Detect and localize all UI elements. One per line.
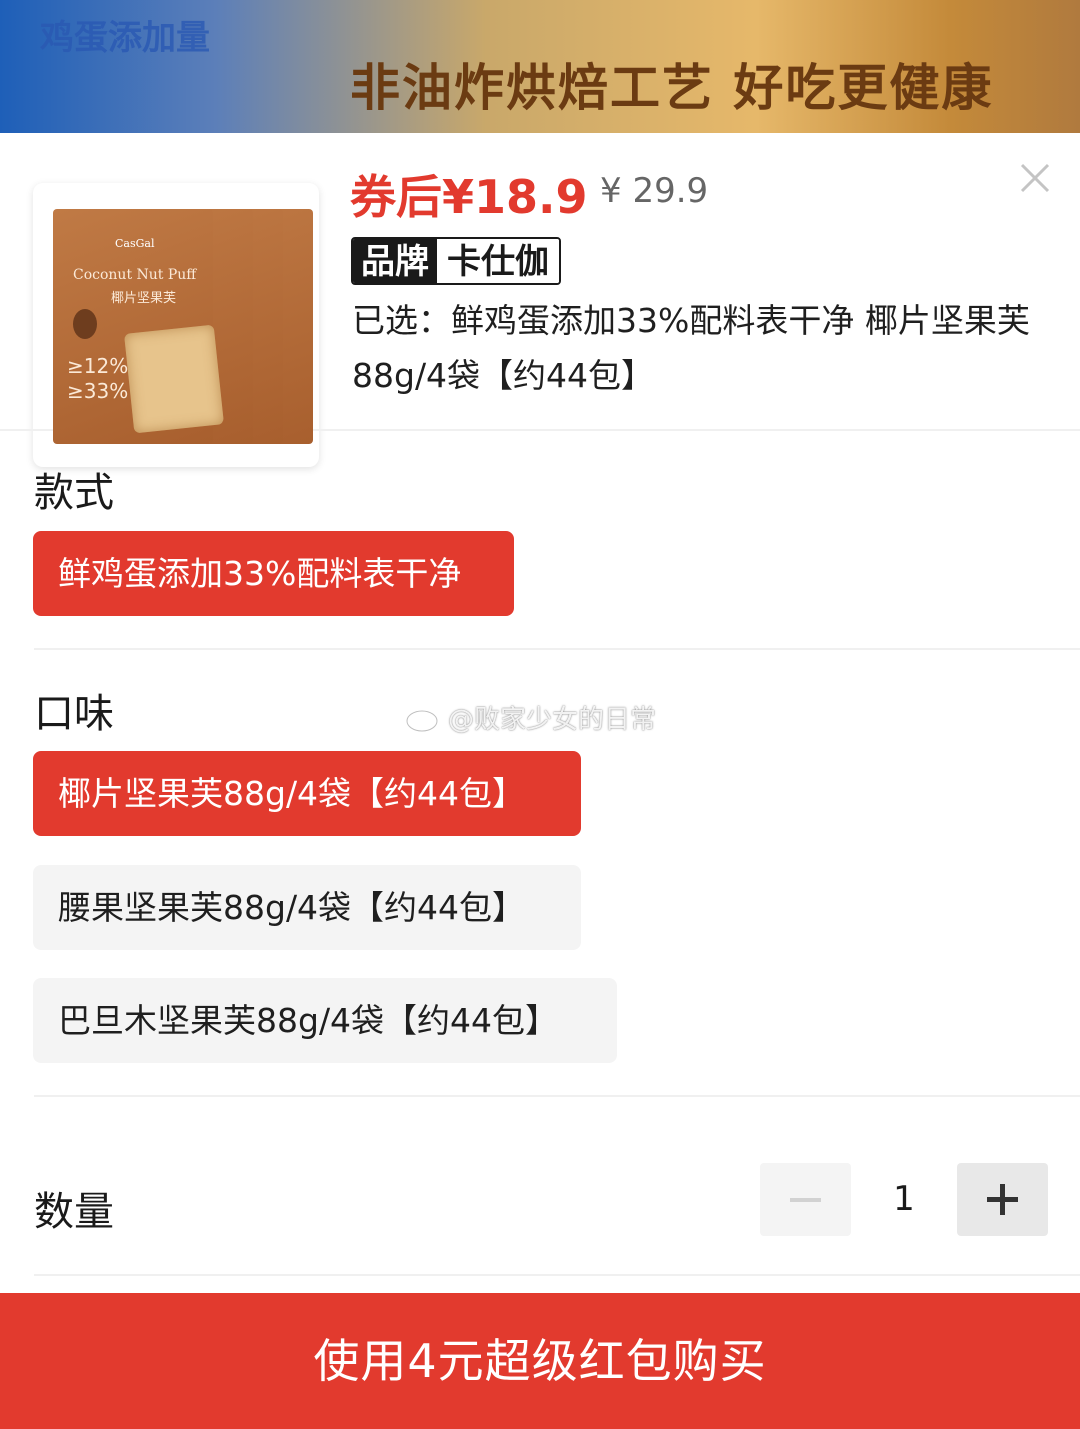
style-option-selected[interactable]: 鲜鸡蛋添加33%配料表干净 [33,531,514,616]
divider [34,1274,1080,1276]
style-section-title: 款式 [34,470,114,516]
pack-name-cn: 椰片坚果芙 [111,291,177,306]
quantity-decrease-button[interactable] [760,1163,851,1236]
flavor-section-title: 口味 [34,691,114,737]
pack-brand: CasGal [115,237,155,250]
close-icon[interactable] [1014,157,1056,199]
brand-tag-value: 卡仕伽 [437,239,559,283]
pack-front: CasGal Coconut Nut Puff 椰片坚果芙 ≥12% ≥33% [53,209,224,444]
quantity-section-title: 数量 [34,1189,114,1235]
brand-tag-key: 品牌 [353,239,437,283]
product-pack-image: CasGal Coconut Nut Puff 椰片坚果芙 ≥12% ≥33% [53,203,313,447]
banner-slogan: 非油炸烘焙工艺 好吃更健康 [350,59,994,117]
sku-selector-sheet: CasGal Coconut Nut Puff 椰片坚果芙 ≥12% ≥33% … [0,133,1080,1429]
weibo-icon [405,705,442,732]
watermark-text: @败家少女的日常 [448,705,657,735]
flavor-option[interactable]: 腰果坚果芙88g/4袋【约44包】 [33,865,581,950]
pack-percent: ≥33% [67,379,129,403]
minus-icon [790,1198,821,1202]
puff-illustration [124,324,224,434]
original-price: ¥ 29.9 [600,171,709,211]
buy-with-red-packet-button[interactable]: 使用4元超级红包购买 [0,1293,1080,1429]
quantity-value[interactable]: 1 [851,1163,957,1236]
banner-top-text: 鸡蛋添加量 [40,18,210,58]
product-thumbnail[interactable]: CasGal Coconut Nut Puff 椰片坚果芙 ≥12% ≥33% [33,183,319,467]
divider [34,1095,1080,1097]
nut-illustration [73,309,97,339]
flavor-option[interactable]: 巴旦木坚果芙88g/4袋【约44包】 [33,978,617,1063]
quantity-increase-button[interactable] [957,1163,1048,1236]
selected-sku-text: 已选：鲜鸡蛋添加33%配料表干净 椰片坚果芙88g/4袋【约44包】 [352,301,1030,395]
product-banner: 鸡蛋添加量 非油炸烘焙工艺 好吃更健康 [0,0,1080,133]
flavor-option-selected[interactable]: 椰片坚果芙88g/4袋【约44包】 [33,751,581,836]
price-after-coupon: 券后¥18.9 [350,170,588,224]
watermark: @败家少女的日常 [404,699,656,736]
brand-tag: 品牌 卡仕伽 [351,237,561,285]
divider [34,648,1080,650]
pack-percent: ≥12% [67,354,129,378]
pack-name: Coconut Nut Puff [73,267,197,283]
